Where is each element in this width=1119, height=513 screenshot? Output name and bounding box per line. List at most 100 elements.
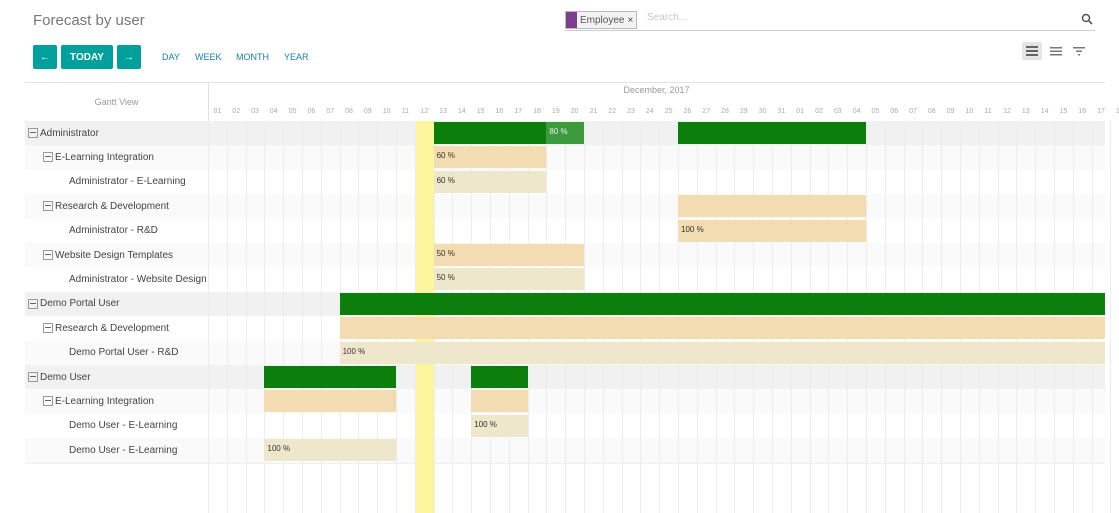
- gantt-bar[interactable]: [433, 122, 547, 144]
- task-row-label[interactable]: Demo Portal User - R&D: [25, 341, 252, 365]
- gantt-bar[interactable]: [264, 366, 396, 388]
- bar-label: 100 %: [267, 444, 291, 454]
- day-label: 09: [363, 108, 372, 115]
- day-label: 20: [570, 108, 579, 115]
- day-label: 08: [345, 108, 353, 115]
- task-row-label[interactable]: Demo User - E-Learning: [25, 438, 252, 462]
- row-label-text: E-Learning Integration: [55, 395, 154, 407]
- day-label: 15: [1059, 108, 1068, 115]
- scale-month-link[interactable]: MONTH: [236, 52, 269, 62]
- filter-view-icon: [1073, 47, 1085, 56]
- day-label: 04: [269, 108, 278, 115]
- row-label-text: Research & Development: [55, 200, 169, 212]
- day-label: 28: [721, 108, 729, 115]
- gantt-bar[interactable]: [339, 317, 1105, 340]
- row-label-text: Demo Portal User - R&D: [69, 347, 179, 359]
- gantt-bar[interactable]: 60 %: [433, 170, 547, 193]
- collapse-icon[interactable]: [43, 323, 53, 334]
- gantt-bar[interactable]: [471, 366, 528, 388]
- day-label: 08: [927, 108, 936, 115]
- bar-label: 50 %: [436, 249, 455, 258]
- group-row-label[interactable]: Administrator: [25, 121, 211, 145]
- facet-remove-icon[interactable]: ×: [627, 15, 636, 26]
- list-view-button[interactable]: [1046, 42, 1066, 60]
- day-label: 17: [514, 108, 523, 115]
- search-input[interactable]: [645, 11, 949, 24]
- row-label-text: Website Design Templates: [55, 249, 174, 261]
- row-label-text: Administrator - Website Design: [69, 273, 207, 285]
- scale-year-link[interactable]: YEAR: [284, 52, 309, 62]
- row-label-text: Demo Portal User: [40, 298, 120, 310]
- filter-view-button[interactable]: [1069, 42, 1089, 60]
- group-row-label[interactable]: Demo Portal User: [25, 292, 211, 316]
- gantt-header: Gantt View December, 2017 01 02 03 04 05 06 07…: [25, 82, 1119, 122]
- search-icon[interactable]: [1081, 12, 1093, 30]
- subgroup-row-label[interactable]: E-Learning Integration: [25, 145, 226, 169]
- gantt-bar[interactable]: [678, 122, 866, 144]
- collapse-icon[interactable]: [28, 128, 38, 138]
- subgroup-row-label[interactable]: Website Design Templates: [25, 243, 226, 267]
- task-row-label[interactable]: Administrator - R&D: [25, 219, 252, 243]
- gantt-view-button[interactable]: [1022, 42, 1042, 60]
- gantt-bar[interactable]: 100 %: [471, 414, 528, 437]
- gantt-bar[interactable]: 100 %: [339, 341, 1105, 364]
- gantt-bar[interactable]: 80 %: [546, 122, 584, 144]
- gantt-bar[interactable]: [471, 390, 528, 413]
- collapse-icon[interactable]: [43, 396, 53, 407]
- collapse-icon[interactable]: [43, 250, 53, 260]
- scale-week-link[interactable]: WEEK: [195, 52, 222, 62]
- next-button[interactable]: →: [117, 45, 141, 69]
- row-label-text: Demo User - E-Learning: [69, 420, 178, 432]
- gantt-bar[interactable]: [264, 390, 396, 413]
- gantt-bar[interactable]: 100 %: [264, 439, 396, 462]
- row-label-text: Research & Development: [55, 322, 169, 334]
- gantt-view-label: Gantt View: [25, 83, 209, 121]
- gantt-bar[interactable]: [678, 195, 866, 218]
- bar-label: 50 %: [436, 273, 455, 283]
- task-row-label[interactable]: Demo User - E-Learning: [25, 414, 252, 438]
- day-label: 10: [382, 108, 391, 115]
- task-row-label[interactable]: Administrator - Website Design: [25, 267, 252, 291]
- row-label-text: E-Learning Integration: [55, 151, 154, 163]
- today-button[interactable]: TODAY: [61, 45, 113, 69]
- facet-label: Employee: [580, 14, 625, 26]
- collapse-icon[interactable]: [28, 298, 38, 309]
- collapse-icon[interactable]: [28, 372, 38, 382]
- bar-label: 100 %: [681, 224, 704, 234]
- day-label: 15: [476, 108, 485, 115]
- gantt-bar[interactable]: 50 %: [433, 244, 584, 266]
- day-label: 12: [1003, 108, 1011, 115]
- gantt-bar[interactable]: 50 %: [433, 268, 584, 291]
- previous-button[interactable]: ←: [33, 45, 57, 69]
- row-label-text: Administrator - R&D: [69, 225, 158, 237]
- day-label: 07: [909, 108, 917, 115]
- subgroup-row-label[interactable]: Research & Development: [25, 316, 226, 340]
- facet-tag-icon: [566, 12, 577, 28]
- day-label: 03: [251, 108, 259, 115]
- gantt-bar[interactable]: [339, 292, 1105, 315]
- gantt-bar[interactable]: 100 %: [678, 219, 866, 242]
- month-label: December, 2017: [623, 85, 690, 95]
- day-label: 11: [984, 108, 992, 115]
- day-label: 30: [758, 108, 767, 115]
- collapse-icon[interactable]: [43, 201, 53, 212]
- search-box[interactable]: Employee ×: [565, 10, 1095, 31]
- day-label: 14: [1040, 108, 1049, 115]
- subgroup-row-label[interactable]: Research & Development: [25, 194, 226, 218]
- subgroup-row-label[interactable]: E-Learning Integration: [25, 389, 226, 413]
- day-label: 12: [420, 108, 429, 115]
- row-label-text: Administrator - E-Learning: [69, 176, 186, 188]
- day-label: 27: [702, 108, 711, 115]
- search-facet-employee[interactable]: Employee ×: [565, 11, 638, 29]
- bar-label: 100 %: [342, 346, 366, 356]
- scale-day-link[interactable]: DAY: [162, 52, 180, 62]
- bar-label: 100 %: [474, 419, 497, 429]
- bar-label: 60 %: [436, 175, 455, 185]
- bar-label: 80 %: [549, 127, 568, 136]
- bar-label: 60 %: [436, 151, 455, 161]
- collapse-icon[interactable]: [43, 152, 53, 163]
- task-row-label[interactable]: Administrator - E-Learning: [25, 170, 252, 194]
- grid-line: [1110, 121, 1112, 513]
- group-row-label[interactable]: Demo User: [25, 365, 211, 389]
- gantt-bar[interactable]: 60 %: [433, 146, 547, 169]
